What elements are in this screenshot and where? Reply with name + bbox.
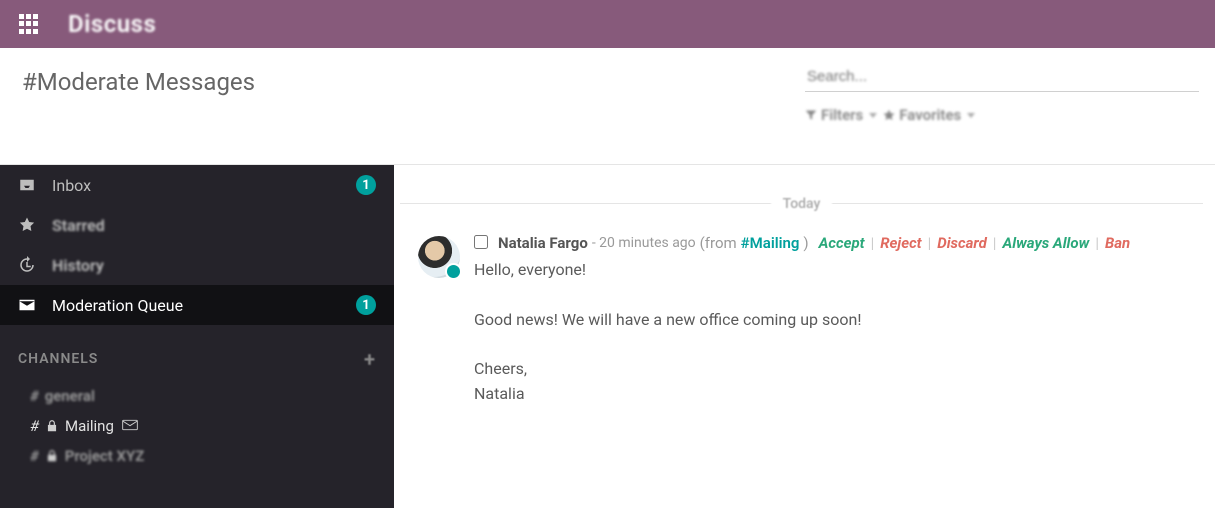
date-separator: Today — [400, 193, 1203, 212]
page-title: #Moderate Messages — [22, 68, 805, 96]
sidebar-item-label: Starred — [52, 216, 376, 235]
sidebar-item-label: Inbox — [52, 176, 356, 195]
sidebar-item-label: History — [52, 256, 376, 275]
channel-general[interactable]: # general — [0, 381, 394, 411]
avatar[interactable] — [418, 236, 460, 278]
envelope-icon — [18, 296, 36, 314]
channels-header: CHANNELS + — [0, 325, 394, 381]
thread-pane: Today Natalia Fargo - 20 minutes ago (fr… — [394, 165, 1215, 508]
channel-mailing[interactable]: # Mailing — [0, 411, 394, 441]
message-from-prefix: (from — [700, 234, 737, 252]
search-input[interactable] — [807, 68, 1197, 85]
brand-bar: Discuss — [0, 0, 1215, 48]
message-channel-link[interactable]: #Mailing — [741, 234, 800, 252]
channels-header-label: CHANNELS — [18, 351, 98, 367]
discard-button[interactable]: Discard — [937, 234, 987, 252]
separator: | — [928, 234, 932, 252]
filters-button[interactable]: Filters — [805, 106, 877, 124]
channel-label: Mailing — [65, 417, 114, 435]
star-icon — [18, 216, 36, 234]
app-title: Discuss — [68, 10, 156, 38]
sidebar-item-label: Moderation Queue — [52, 296, 356, 315]
message-from-suffix: ) — [803, 234, 808, 252]
separator: | — [871, 234, 875, 252]
envelope-icon — [122, 419, 138, 431]
add-channel-button[interactable]: + — [364, 347, 376, 371]
favorites-button[interactable]: Favorites — [883, 106, 975, 124]
funnel-icon — [805, 109, 817, 121]
message: Natalia Fargo - 20 minutes ago (from #Ma… — [394, 224, 1215, 407]
moderation-actions: Accept | Reject | Discard | Always Allow… — [819, 234, 1131, 252]
channel-project-xyz[interactable]: # Project XYZ — [0, 441, 394, 471]
date-separator-label: Today — [771, 196, 833, 212]
ban-button[interactable]: Ban — [1105, 234, 1130, 252]
reject-button[interactable]: Reject — [880, 234, 921, 252]
chevron-down-icon — [869, 113, 877, 118]
sidebar-item-history[interactable]: History — [0, 245, 394, 285]
search-row — [805, 62, 1199, 92]
sidebar-item-starred[interactable]: Starred — [0, 205, 394, 245]
control-panel: #Moderate Messages Filters Favorites — [0, 48, 1215, 165]
sidebar-item-inbox[interactable]: Inbox 1 — [0, 165, 394, 205]
channel-label: general — [45, 387, 95, 405]
always-allow-button[interactable]: Always Allow — [1002, 234, 1089, 252]
hash-icon: # — [30, 417, 39, 435]
history-icon — [18, 256, 36, 274]
lock-icon — [45, 419, 59, 433]
star-icon — [883, 109, 895, 121]
message-header: Natalia Fargo - 20 minutes ago (from #Ma… — [474, 234, 1191, 252]
inbox-icon — [18, 176, 36, 194]
sidebar: Inbox 1 Starred History Moderation Queue… — [0, 165, 394, 508]
moderation-badge: 1 — [356, 295, 376, 315]
favorites-label: Favorites — [899, 106, 961, 124]
sidebar-item-moderation-queue[interactable]: Moderation Queue 1 — [0, 285, 394, 325]
message-timestamp: - 20 minutes ago — [592, 235, 696, 251]
hash-icon: # — [30, 387, 39, 405]
select-message-checkbox[interactable] — [474, 235, 488, 249]
message-author[interactable]: Natalia Fargo — [498, 234, 588, 252]
accept-button[interactable]: Accept — [819, 234, 865, 252]
apps-icon[interactable] — [18, 13, 40, 35]
chevron-down-icon — [967, 113, 975, 118]
message-body: Hello, everyone! Good news! We will have… — [474, 258, 1191, 407]
channel-label: Project XYZ — [65, 447, 145, 465]
filters-label: Filters — [821, 106, 863, 124]
inbox-badge: 1 — [356, 175, 376, 195]
separator: | — [1095, 234, 1099, 252]
separator: | — [993, 234, 997, 252]
lock-icon — [45, 449, 59, 463]
hash-icon: # — [30, 447, 39, 465]
